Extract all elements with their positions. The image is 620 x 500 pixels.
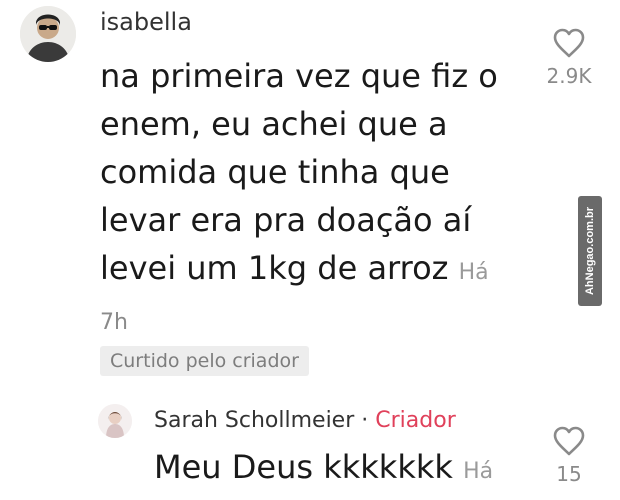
reply-avatar[interactable] — [98, 404, 132, 438]
reply-time-prefix: Há — [463, 459, 494, 484]
avatar[interactable] — [20, 6, 76, 62]
comment-text: na primeira vez que fiz o enem, eu achei… — [100, 52, 500, 297]
reply-text: Meu Deus kkkkkkk Há — [154, 448, 493, 486]
reply-like-count: 15 — [556, 462, 582, 486]
comment-username[interactable]: isabella — [100, 8, 192, 36]
watermark-text: AhNegao.com.br — [584, 206, 597, 296]
comment-time: 7h — [100, 310, 128, 335]
liked-by-creator-badge: Curtido pelo criador — [100, 346, 309, 376]
reply-like-button[interactable]: 15 — [534, 426, 604, 486]
heart-outline-icon[interactable] — [552, 426, 586, 460]
comment-like-count: 2.9K — [546, 64, 592, 88]
reply-username[interactable]: Sarah Schollmeier — [154, 408, 354, 433]
comment-body: na primeira vez que fiz o enem, eu achei… — [100, 57, 498, 287]
reply-header: Sarah Schollmeier · Criador — [154, 408, 456, 433]
reply-separator: · — [361, 408, 369, 433]
comment-time-prefix: Há — [458, 260, 489, 285]
reply-body: Meu Deus kkkkkkk — [154, 448, 453, 486]
watermark: AhNegao.com.br — [578, 196, 602, 306]
heart-outline-icon[interactable] — [552, 28, 586, 62]
comment-like-button[interactable]: 2.9K — [534, 28, 604, 88]
creator-badge: Criador — [375, 408, 456, 433]
